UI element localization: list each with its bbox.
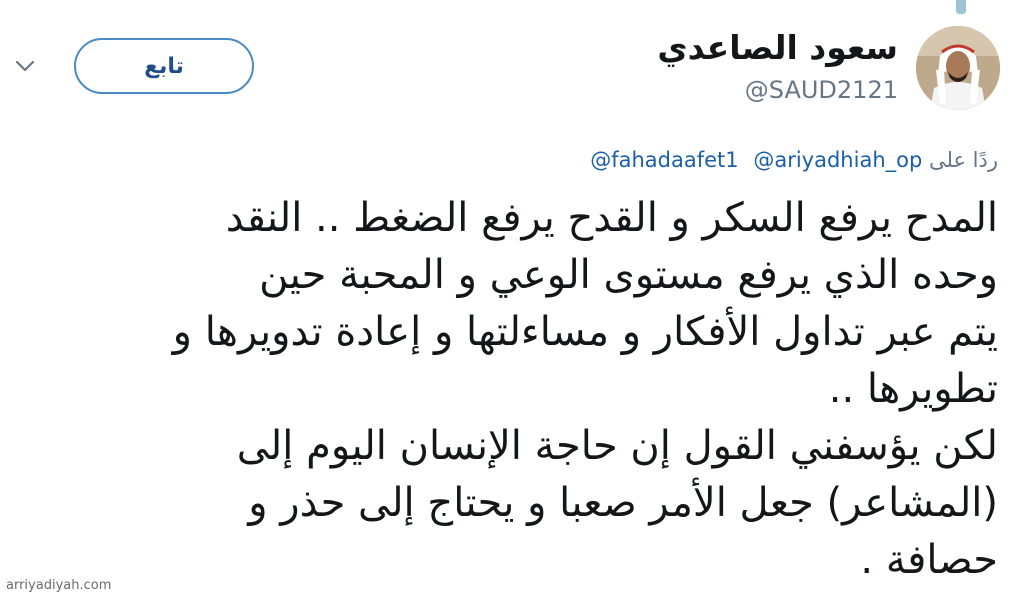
mention-link[interactable]: @ariyadhiah_op xyxy=(753,148,922,172)
tweet-card: سعود الصاعدي @SAUD2121 تابع ردًا على @ar… xyxy=(0,0,1024,597)
tweet-text-line: لكن يؤسفني القول إن حاجة الإنسان اليوم إ… xyxy=(236,423,998,469)
tweet-text-line: تطويرها .. xyxy=(828,366,998,412)
watermark: arriyadiyah.com xyxy=(6,578,112,593)
top-marker xyxy=(956,0,966,14)
reply-prefix: ردًا على xyxy=(929,148,998,172)
user-handle[interactable]: @SAUD2121 xyxy=(745,74,898,106)
display-name[interactable]: سعود الصاعدي xyxy=(657,26,898,70)
tweet-text-line: وحده الذي يرفع مستوى الوعي و المحبة حين xyxy=(259,252,998,298)
follow-button[interactable]: تابع xyxy=(74,38,254,94)
tweet-text-line: (المشاعر) جعل الأمر صعبا و يحتاج إلى حذر… xyxy=(248,480,998,526)
tweet-text-line: المدح يرفع السكر و القدح يرفع الضغط .. ا… xyxy=(225,195,998,241)
reply-context: ردًا على @ariyadhiah_op @fahadaafet1 xyxy=(582,144,998,176)
tweet-text-line: حصافة . xyxy=(860,537,998,583)
mention-link[interactable]: @fahadaafet1 xyxy=(590,148,738,172)
tweet-text: المدح يرفع السكر و القدح يرفع الضغط .. ا… xyxy=(8,190,998,589)
user-avatar-photo-icon xyxy=(916,26,1000,110)
avatar[interactable] xyxy=(916,26,1000,110)
tweet-header: سعود الصاعدي @SAUD2121 تابع xyxy=(0,0,1024,130)
chevron-down-icon[interactable] xyxy=(14,58,36,74)
tweet-text-line: يتم عبر تداول الأفكار و مساءلتها و إعادة… xyxy=(172,309,998,355)
